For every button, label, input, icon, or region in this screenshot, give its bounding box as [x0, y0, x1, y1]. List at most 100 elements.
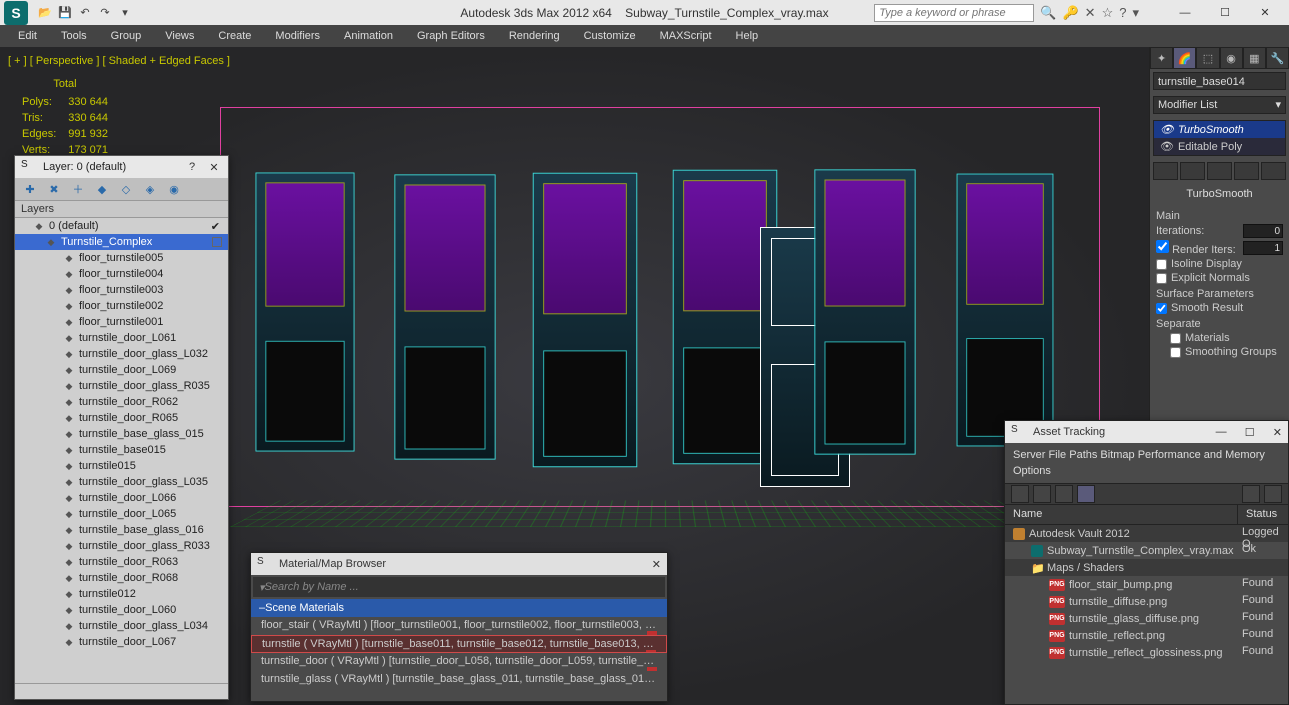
menu-graph-editors[interactable]: Graph Editors [407, 28, 495, 44]
material-search-input[interactable]: ▾ Search by Name ... [253, 577, 665, 597]
material-row[interactable]: turnstile_door ( VRayMtl ) [turnstile_do… [251, 653, 667, 671]
asset-panel-titlebar[interactable]: S Asset Tracking — ☐ ✕ [1005, 421, 1288, 443]
show-end-result-button[interactable] [1180, 162, 1205, 180]
asset-row[interactable]: 📁Maps / Shaders [1005, 559, 1288, 576]
tab-modify[interactable]: 🌈 [1173, 47, 1196, 69]
col-status[interactable]: Status [1238, 505, 1288, 524]
remove-modifier-button[interactable] [1234, 162, 1259, 180]
undo-icon[interactable]: ↶ [76, 4, 94, 22]
material-list[interactable]: floor_stair ( VRayMtl ) [floor_turnstile… [251, 617, 667, 701]
material-panel-titlebar[interactable]: S Material/Map Browser ✕ [251, 553, 667, 575]
modifier-editable poly[interactable]: 👁 Editable Poly [1154, 138, 1285, 155]
layer-row[interactable]: ◆turnstile_door_glass_R035 [15, 378, 228, 394]
asset-row[interactable]: PNGturnstile_reflect.pngFound [1005, 627, 1288, 644]
view3-icon[interactable] [1077, 485, 1095, 503]
modifier-stack[interactable]: 👁 TurboSmooth👁 Editable Poly [1153, 120, 1286, 156]
close-icon[interactable]: ✕ [1273, 426, 1282, 439]
layer-hscrollbar[interactable] [15, 683, 228, 699]
layer-row[interactable]: ◆floor_turnstile004 [15, 266, 228, 282]
asset-row[interactable]: PNGturnstile_diffuse.pngFound [1005, 593, 1288, 610]
view1-icon[interactable] [1033, 485, 1051, 503]
menu-views[interactable]: Views [155, 28, 204, 44]
close-icon[interactable]: ✕ [652, 558, 661, 571]
tab-motion[interactable]: ◉ [1220, 47, 1243, 69]
layer-row[interactable]: ◆floor_turnstile005 [15, 250, 228, 266]
menu-animation[interactable]: Animation [334, 28, 403, 44]
layer-row[interactable]: ◆turnstile_base015 [15, 442, 228, 458]
asset-row[interactable]: PNGfloor_stair_bump.pngFound [1005, 576, 1288, 593]
help-icon[interactable]: ? [184, 159, 200, 175]
layer-row[interactable]: ◆turnstile_door_glass_L032 [15, 346, 228, 362]
material-row[interactable]: floor_stair ( VRayMtl ) [floor_turnstile… [251, 617, 667, 635]
configure-sets-button[interactable] [1261, 162, 1286, 180]
key-icon[interactable]: 🔑 [1062, 5, 1078, 21]
hide-icon[interactable]: ◈ [141, 180, 159, 198]
options-icon[interactable] [1242, 485, 1260, 503]
menu-rendering[interactable]: Rendering [499, 28, 570, 44]
add-to-layer-icon[interactable]: ＋ [69, 180, 87, 198]
sep-materials-checkbox[interactable] [1170, 333, 1181, 344]
open-icon[interactable]: 📂 [36, 4, 54, 22]
highlight-icon[interactable]: ◇ [117, 180, 135, 198]
layer-row[interactable]: ◆turnstile_door_L066 [15, 490, 228, 506]
object-name-field[interactable]: turnstile_base014 [1153, 72, 1286, 90]
make-unique-button[interactable] [1207, 162, 1232, 180]
smooth-result-checkbox[interactable] [1156, 303, 1167, 314]
asset-row[interactable]: Autodesk Vault 2012Logged O [1005, 525, 1288, 542]
layer-row[interactable]: ◆Turnstile_Complex [15, 234, 228, 250]
explicit-normals-checkbox[interactable] [1156, 273, 1167, 284]
select-objects-icon[interactable]: ◆ [93, 180, 111, 198]
redo-icon[interactable]: ↷ [96, 4, 114, 22]
layer-row[interactable]: ◆turnstile_door_R068 [15, 570, 228, 586]
layer-row[interactable]: ◆turnstile_base_glass_016 [15, 522, 228, 538]
iterations-spinner[interactable] [1243, 224, 1283, 238]
menu-edit[interactable]: Edit [8, 28, 47, 44]
layer-row[interactable]: ◆turnstile_door_glass_R033 [15, 538, 228, 554]
layer-row[interactable]: ◆turnstile012 [15, 586, 228, 602]
view2-icon[interactable] [1055, 485, 1073, 503]
layer-row[interactable]: ◆floor_turnstile002 [15, 298, 228, 314]
freeze-icon[interactable]: ◉ [165, 180, 183, 198]
layer-row[interactable]: ◆turnstile_door_R065 [15, 410, 228, 426]
menu-customize[interactable]: Customize [574, 28, 646, 44]
layer-row[interactable]: ◆turnstile_base_glass_015 [15, 426, 228, 442]
asset-list[interactable]: Autodesk Vault 2012Logged OSubway_Turnst… [1005, 525, 1288, 704]
asset-row[interactable]: PNGturnstile_glass_diffuse.pngFound [1005, 610, 1288, 627]
menu-create[interactable]: Create [208, 28, 261, 44]
maximize-button[interactable]: ☐ [1205, 0, 1245, 25]
layer-row[interactable]: ◆turnstile_door_L067 [15, 634, 228, 650]
minimize-icon[interactable]: — [1216, 426, 1227, 438]
layer-list[interactable]: ◆0 (default)✔◆Turnstile_Complex◆floor_tu… [15, 218, 228, 683]
layer-row[interactable]: ◆floor_turnstile001 [15, 314, 228, 330]
refresh-icon[interactable] [1011, 485, 1029, 503]
asset-columns-header[interactable]: Name Status [1005, 505, 1288, 525]
help-search-input[interactable] [874, 4, 1034, 22]
col-name[interactable]: Name [1005, 505, 1238, 524]
sep-smoothing-checkbox[interactable] [1170, 347, 1181, 358]
favorite-icon[interactable]: ☆ [1102, 5, 1114, 21]
modifier-turbosmooth[interactable]: 👁 TurboSmooth [1154, 121, 1285, 138]
menu-maxscript[interactable]: MAXScript [650, 28, 722, 44]
search-icon[interactable]: 🔍 [1040, 5, 1056, 21]
save-icon[interactable]: 💾 [56, 4, 74, 22]
close-icon[interactable]: ✕ [206, 159, 222, 175]
layer-row[interactable]: ◆turnstile_door_glass_L034 [15, 618, 228, 634]
visibility-box[interactable] [212, 237, 222, 247]
layer-panel-titlebar[interactable]: S Layer: 0 (default) ? ✕ [15, 156, 228, 178]
tab-hierarchy[interactable]: ⬚ [1196, 47, 1219, 69]
layer-row[interactable]: ◆turnstile015 [15, 458, 228, 474]
menu-tools[interactable]: Tools [51, 28, 97, 44]
isoline-checkbox[interactable] [1156, 259, 1167, 270]
render-iters-spinner[interactable] [1243, 241, 1283, 255]
app-icon[interactable]: S [4, 1, 28, 25]
layer-row[interactable]: ◆floor_turnstile003 [15, 282, 228, 298]
layer-row[interactable]: ◆turnstile_door_L065 [15, 506, 228, 522]
minimize-button[interactable]: — [1165, 0, 1205, 25]
layer-row[interactable]: ◆0 (default)✔ [15, 218, 228, 234]
viewport-label[interactable]: [ + ] [ Perspective ] [ Shaded + Edged F… [8, 55, 230, 67]
tab-display[interactable]: ▦ [1243, 47, 1266, 69]
asset-row[interactable]: PNGturnstile_reflect_glossiness.pngFound [1005, 644, 1288, 661]
visibility-icon[interactable]: 👁 [1160, 123, 1174, 136]
asset-menu[interactable]: Server File Paths Bitmap Performance and… [1005, 443, 1288, 483]
visibility-icon[interactable]: 👁 [1160, 140, 1174, 153]
